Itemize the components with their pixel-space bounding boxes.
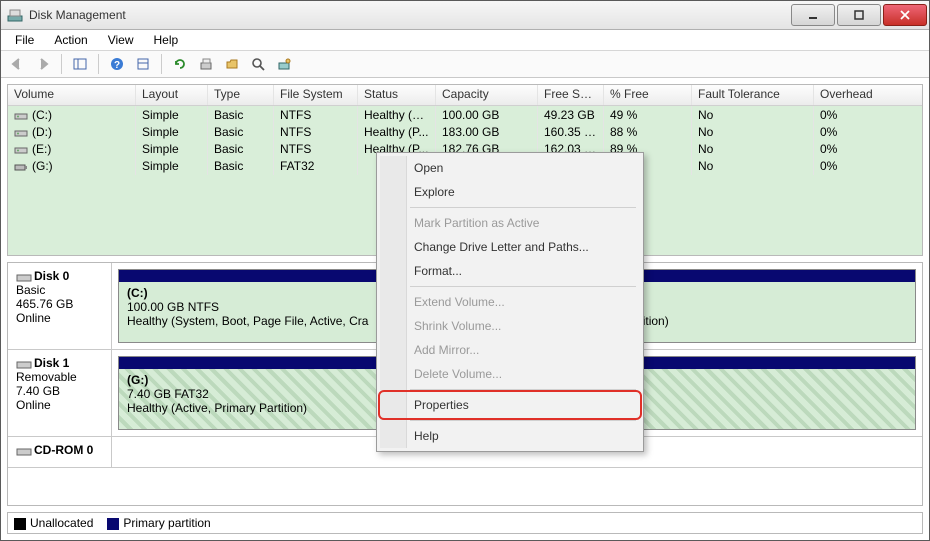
- menu-help[interactable]: Help: [144, 31, 189, 49]
- col-ft[interactable]: Fault Tolerance: [692, 85, 814, 105]
- disk-label: CD-ROM 0: [8, 437, 112, 467]
- open-button[interactable]: [220, 52, 244, 76]
- col-type[interactable]: Type: [208, 85, 274, 105]
- context-menu-separator: [410, 420, 636, 421]
- context-menu: OpenExplore Mark Partition as ActiveChang…: [376, 152, 644, 452]
- col-capacity[interactable]: Capacity: [436, 85, 538, 105]
- forward-button[interactable]: [31, 52, 55, 76]
- context-menu-item[interactable]: Explore: [380, 180, 640, 204]
- menu-view[interactable]: View: [98, 31, 144, 49]
- volume-row[interactable]: (C:)SimpleBasicNTFSHealthy (S...100.00 G…: [8, 106, 922, 123]
- window-title: Disk Management: [29, 8, 791, 22]
- col-overhead[interactable]: Overhead: [814, 85, 894, 105]
- col-pctfree[interactable]: % Free: [604, 85, 692, 105]
- context-menu-item[interactable]: Open: [380, 156, 640, 180]
- col-fs[interactable]: File System: [274, 85, 358, 105]
- col-free[interactable]: Free Spa...: [538, 85, 604, 105]
- rescan-disks-button[interactable]: [194, 52, 218, 76]
- context-menu-item: Add Mirror...: [380, 338, 640, 362]
- drive-icon: [14, 144, 28, 154]
- context-menu-separator: [410, 286, 636, 287]
- context-menu-separator: [410, 207, 636, 208]
- find-button[interactable]: [246, 52, 270, 76]
- properties-button[interactable]: [272, 52, 296, 76]
- volume-row[interactable]: (D:)SimpleBasicNTFSHealthy (P...183.00 G…: [8, 123, 922, 140]
- close-button[interactable]: [883, 4, 927, 26]
- legend: Unallocated Primary partition: [7, 512, 923, 534]
- context-menu-item[interactable]: Properties: [380, 393, 640, 417]
- disk-management-window: Disk Management File Action View Help ?: [0, 0, 930, 541]
- legend-primary: Primary partition: [107, 516, 210, 530]
- titlebar: Disk Management: [1, 1, 929, 30]
- help-button[interactable]: ?: [105, 52, 129, 76]
- volume-list-header: Volume Layout Type File System Status Ca…: [8, 85, 922, 106]
- refresh-button[interactable]: [168, 52, 192, 76]
- col-layout[interactable]: Layout: [136, 85, 208, 105]
- context-menu-separator: [410, 389, 636, 390]
- drive-icon: [14, 161, 28, 171]
- drive-icon: [14, 127, 28, 137]
- svg-text:?: ?: [114, 60, 120, 71]
- menu-action[interactable]: Action: [44, 31, 97, 49]
- disk-label: Disk 0Basic465.76 GBOnline: [8, 263, 112, 349]
- maximize-button[interactable]: [837, 4, 881, 26]
- col-volume[interactable]: Volume: [8, 85, 136, 105]
- context-menu-item[interactable]: Help: [380, 424, 640, 448]
- settings-button[interactable]: [131, 52, 155, 76]
- col-status[interactable]: Status: [358, 85, 436, 105]
- context-menu-item: Mark Partition as Active: [380, 211, 640, 235]
- back-button[interactable]: [5, 52, 29, 76]
- context-menu-item: Extend Volume...: [380, 290, 640, 314]
- menu-file[interactable]: File: [5, 31, 44, 49]
- menubar: File Action View Help: [1, 30, 929, 51]
- legend-unallocated: Unallocated: [14, 516, 93, 530]
- context-menu-item: Shrink Volume...: [380, 314, 640, 338]
- app-icon: [7, 7, 23, 23]
- context-menu-item[interactable]: Format...: [380, 259, 640, 283]
- minimize-button[interactable]: [791, 4, 835, 26]
- show-hide-console-tree-button[interactable]: [68, 52, 92, 76]
- context-menu-item[interactable]: Change Drive Letter and Paths...: [380, 235, 640, 259]
- drive-icon: [14, 110, 28, 120]
- toolbar: ?: [1, 51, 929, 78]
- disk-label: Disk 1Removable7.40 GBOnline: [8, 350, 112, 436]
- context-menu-item: Delete Volume...: [380, 362, 640, 386]
